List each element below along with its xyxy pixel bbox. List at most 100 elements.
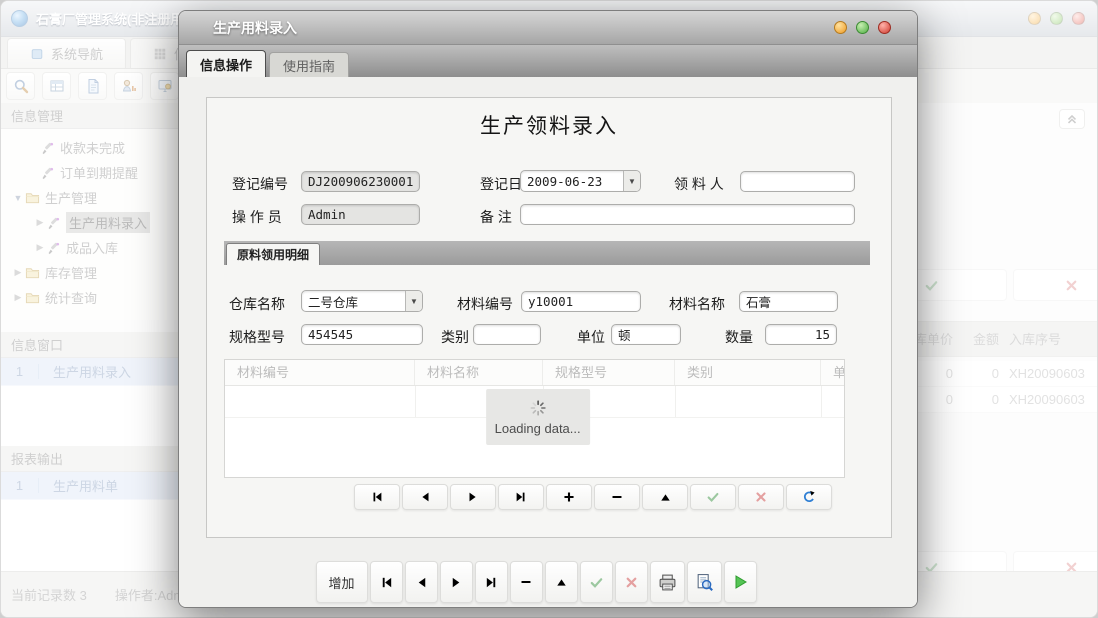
dialog-minimize-button[interactable]	[834, 21, 847, 34]
operator-label: 操 作 员	[232, 207, 282, 227]
footer-prev-button[interactable]	[405, 561, 438, 603]
grid-col-material-name: 材料名称	[415, 360, 543, 385]
dialog-titlebar[interactable]: 生产用料录入	[179, 11, 917, 45]
material-name-label: 材料名称	[669, 294, 725, 314]
detail-tab-raw-material[interactable]: 原料领用明细	[226, 243, 320, 265]
reg-no-label: 登记编号	[232, 174, 288, 194]
grid-header: 材料编号 材料名称 规格型号 类别 单位	[225, 360, 844, 386]
operator-field[interactable]	[301, 204, 420, 225]
grid-col-spec: 规格型号	[543, 360, 675, 385]
spinner-icon	[529, 399, 547, 417]
record-navigator	[251, 484, 918, 510]
qty-label: 数量	[725, 327, 753, 347]
first-icon	[379, 575, 394, 590]
edit-icon	[555, 576, 568, 589]
spec-label: 规格型号	[229, 327, 285, 347]
edit-icon	[659, 491, 672, 504]
footer-cancel-button[interactable]	[615, 561, 648, 603]
warehouse-label: 仓库名称	[229, 294, 285, 314]
dialog-tabstrip: 信息操作 使用指南	[179, 45, 917, 77]
footer-last-button[interactable]	[475, 561, 508, 603]
last-icon	[514, 490, 528, 504]
loading-indicator: Loading data...	[486, 389, 590, 445]
last-record-button[interactable]	[498, 484, 544, 510]
qty-field[interactable]	[765, 324, 837, 345]
footer-next-button[interactable]	[440, 561, 473, 603]
run-button[interactable]	[724, 561, 757, 603]
grid-divider	[675, 386, 676, 417]
remove-icon	[519, 575, 533, 589]
print-button[interactable]	[650, 561, 685, 603]
picker-label: 领 料 人	[674, 174, 724, 194]
unit-field[interactable]	[611, 324, 681, 345]
grid-col-unit: 单位	[821, 360, 844, 385]
reg-no-field[interactable]	[301, 171, 420, 192]
detail-tabstrip: 原料领用明细	[224, 241, 870, 265]
delete-record-button[interactable]	[594, 484, 640, 510]
footer-post-button[interactable]	[580, 561, 613, 603]
print-icon	[658, 573, 677, 592]
next-record-button[interactable]	[450, 484, 496, 510]
post-icon	[589, 575, 604, 590]
picker-field[interactable]	[740, 171, 855, 192]
refresh-icon	[802, 490, 816, 504]
reg-date-value: 2009-06-23	[521, 174, 623, 189]
dropdown-arrow-icon[interactable]: ▼	[405, 291, 422, 311]
dialog-content: 生产领料录入 登记编号 登记日期 2009-06-23 ▼ 领 料 人 操 作 …	[179, 77, 917, 608]
add-record-button[interactable]	[546, 484, 592, 510]
post-record-button[interactable]	[690, 484, 736, 510]
dialog-window-controls	[834, 21, 891, 34]
dialog-tab-user-guide[interactable]: 使用指南	[269, 52, 349, 77]
dialog-maximize-button[interactable]	[856, 21, 869, 34]
dropdown-arrow-icon[interactable]: ▼	[623, 171, 640, 191]
reg-date-combo[interactable]: 2009-06-23 ▼	[520, 170, 641, 192]
unit-label: 单位	[577, 327, 605, 347]
next-icon	[449, 575, 464, 590]
grid-divider	[821, 386, 822, 417]
post-icon	[706, 490, 720, 504]
cancel-record-button[interactable]	[738, 484, 784, 510]
prev-record-button[interactable]	[402, 484, 448, 510]
refresh-record-button[interactable]	[786, 484, 832, 510]
next-icon	[466, 490, 480, 504]
dialog-footer-toolbar: 增加	[178, 561, 905, 603]
spec-field[interactable]	[301, 324, 423, 345]
detail-grid[interactable]: 材料编号 材料名称 规格型号 类别 单位 Loading data...	[224, 359, 845, 478]
prev-icon	[418, 490, 432, 504]
production-material-entry-dialog: 生产用料录入 信息操作 使用指南 生产领料录入 登记编号 登记日期 2009-0…	[178, 10, 918, 608]
warehouse-value: 二号仓库	[302, 292, 405, 311]
edit-record-button[interactable]	[642, 484, 688, 510]
run-icon	[732, 574, 748, 590]
remark-field[interactable]	[520, 204, 855, 225]
preview-icon	[695, 573, 714, 592]
category-field[interactable]	[473, 324, 541, 345]
grid-col-material-no: 材料编号	[225, 360, 415, 385]
entry-form-panel: 生产领料录入 登记编号 登记日期 2009-06-23 ▼ 领 料 人 操 作 …	[206, 97, 892, 538]
prev-icon	[414, 575, 429, 590]
category-label: 类别	[441, 327, 469, 347]
loading-text: Loading data...	[495, 421, 581, 436]
footer-delete-button[interactable]	[510, 561, 543, 603]
remove-icon	[610, 490, 624, 504]
form-title: 生产领料录入	[207, 110, 891, 140]
warehouse-combo[interactable]: 二号仓库 ▼	[301, 290, 423, 312]
grid-col-category: 类别	[675, 360, 821, 385]
add-button[interactable]: 增加	[316, 561, 368, 603]
material-no-field[interactable]	[521, 291, 641, 312]
cancel-icon	[754, 490, 768, 504]
add-icon	[562, 490, 576, 504]
print-preview-button[interactable]	[687, 561, 722, 603]
footer-edit-button[interactable]	[545, 561, 578, 603]
last-icon	[484, 575, 499, 590]
grid-divider	[415, 386, 416, 417]
material-name-field[interactable]	[739, 291, 838, 312]
footer-first-button[interactable]	[370, 561, 403, 603]
dialog-title: 生产用料录入	[213, 18, 297, 38]
first-record-button[interactable]	[354, 484, 400, 510]
remark-label: 备 注	[480, 207, 512, 227]
dialog-tab-info-operation[interactable]: 信息操作	[186, 50, 266, 77]
material-no-label: 材料编号	[457, 294, 513, 314]
cancel-icon	[624, 575, 639, 590]
dialog-close-button[interactable]	[878, 21, 891, 34]
first-icon	[370, 490, 384, 504]
